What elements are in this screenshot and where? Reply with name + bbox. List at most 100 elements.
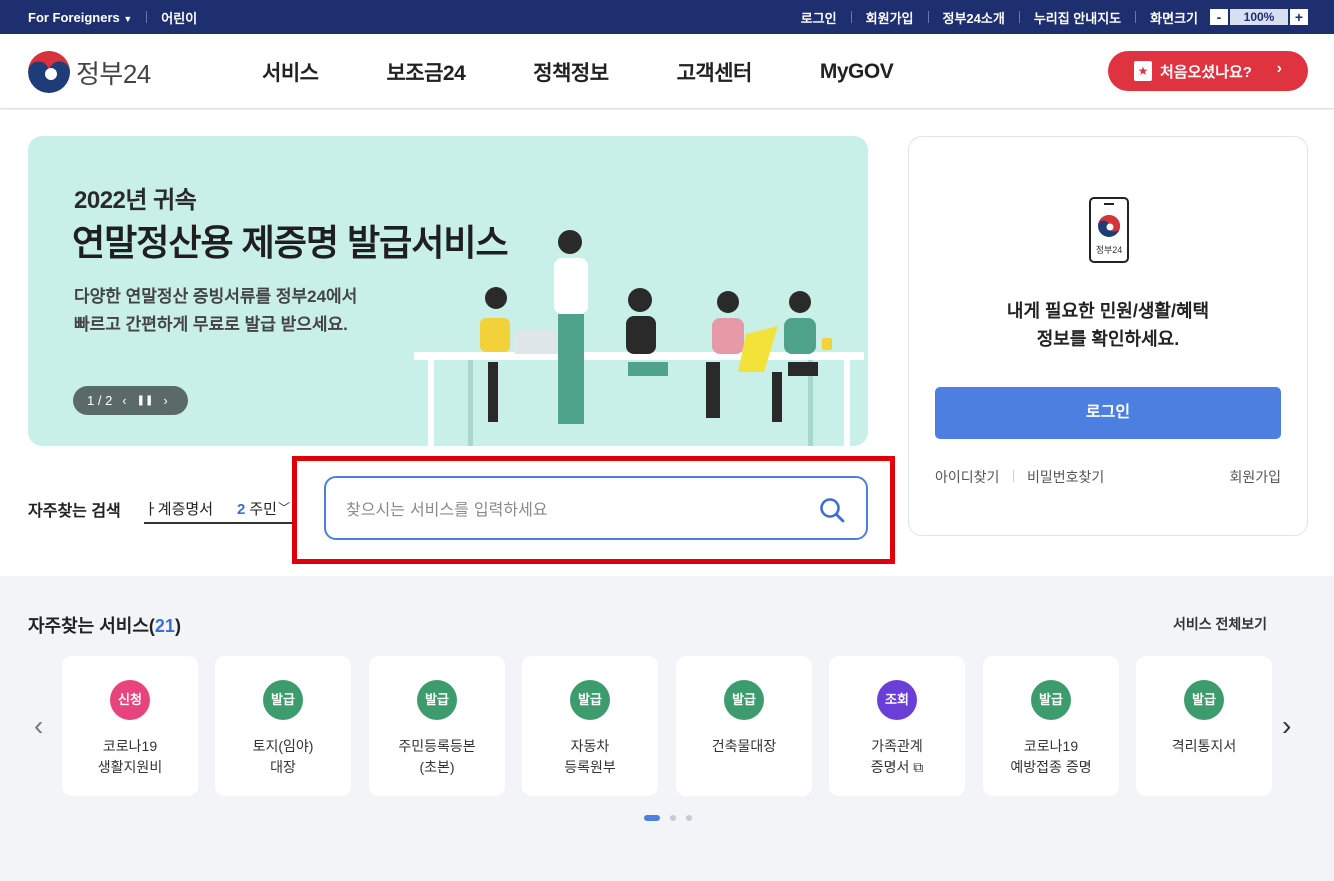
divider	[850, 11, 852, 23]
mobile-phone-icon: 정부24	[1089, 197, 1129, 263]
divider	[146, 11, 148, 23]
next-slide-icon[interactable]: ›	[163, 393, 167, 408]
frequent-services-title: 자주찾는 서비스(21)	[28, 612, 181, 638]
banner-desc-line1: 다양한 연말정산 증빙서류를 정부24에서	[74, 287, 358, 306]
taegeuk-small-icon	[1098, 215, 1120, 237]
for-foreigners-menu[interactable]: For Foreigners ▼	[28, 10, 132, 25]
divider	[1135, 11, 1137, 23]
service-name-line2: (초본)	[419, 759, 455, 775]
nav-services[interactable]: 서비스	[262, 57, 319, 87]
service-card[interactable]: 조회 가족관계 증명서 ⧉	[829, 656, 965, 796]
service-card[interactable]: 발급 건축물대장	[676, 656, 812, 796]
login-message-line1: 내게 필요한 민원/생활/혜택	[1006, 301, 1210, 321]
service-name-line2: 대장	[270, 759, 296, 775]
find-password-link[interactable]: 비밀번호찾기	[1027, 467, 1104, 487]
pagination-dot[interactable]	[686, 815, 692, 821]
service-card[interactable]: 발급 자동차 등록원부	[522, 656, 658, 796]
login-card: 정부24 내게 필요한 민원/생활/혜택 정보를 확인하세요. 로그인 아이디찾…	[908, 136, 1308, 536]
service-badge: 조회	[877, 680, 917, 720]
pagination-dot[interactable]	[670, 815, 676, 821]
logo-text: 정부24	[76, 58, 151, 89]
top-login-link[interactable]: 로그인	[801, 8, 837, 27]
first-visit-label: 처음오셨나요?	[1160, 63, 1252, 81]
chevron-right-icon: ›	[1276, 60, 1282, 77]
service-badge: 신청	[110, 680, 150, 720]
taegeuk-logo-icon	[28, 51, 70, 93]
pause-icon[interactable]: ❚❚	[137, 395, 154, 406]
service-badge: 발급	[1031, 680, 1071, 720]
login-message-line2: 정보를 확인하세요.	[1036, 329, 1180, 349]
zoom-value: 100%	[1230, 9, 1288, 25]
service-name-line1: 자동차	[570, 738, 610, 754]
service-card[interactable]: 신청 코로나19 생활지원비	[62, 656, 198, 796]
services-title-text: 자주찾는 서비스(	[28, 616, 155, 636]
service-name-line1: 격리통지서	[1171, 738, 1237, 754]
service-card[interactable]: 발급 주민등록등본 (초본)	[369, 656, 505, 796]
search-icon[interactable]	[818, 496, 846, 524]
caret-down-icon: ▼	[123, 13, 133, 24]
service-card[interactable]: 발급 코로나19 예방접종 증명	[983, 656, 1119, 796]
service-badge: 발급	[1184, 680, 1224, 720]
nav-customer-center[interactable]: 고객센터	[677, 57, 753, 87]
service-name-line2: 예방접종 증명	[1010, 759, 1092, 775]
service-name-line1: 코로나19	[1023, 738, 1079, 754]
sitemap-link[interactable]: 누리집 안내지도	[1034, 8, 1121, 27]
services-count: 21	[154, 616, 175, 636]
service-name-line1: 코로나19	[102, 738, 158, 754]
service-name-line1: 건축물대장	[711, 738, 777, 754]
frequent-search-roller[interactable]: ㅏ계증명서 2 주민 ﹀	[144, 490, 292, 524]
service-badge: 발급	[724, 680, 764, 720]
frequent-search-item[interactable]: 2 주민	[237, 498, 277, 519]
service-card[interactable]: 발급 토지(임야) 대장	[215, 656, 351, 796]
main-header: 정부24 서비스 보조금24 정책정보 고객센터 MyGOV ★ 처음오셨나요?…	[0, 34, 1334, 109]
zoom-out-button[interactable]: -	[1210, 9, 1228, 25]
phone-notch	[1104, 203, 1114, 205]
services-title-end: )	[174, 616, 181, 636]
banner-pager: 1 / 2 ‹ ❚❚ ›	[73, 386, 188, 415]
chevron-right-icon[interactable]: ›	[1282, 710, 1291, 742]
login-button[interactable]: 로그인	[935, 387, 1281, 439]
chevron-left-icon[interactable]: ‹	[34, 710, 43, 742]
divider	[1018, 11, 1020, 23]
carousel-pagination	[644, 815, 702, 821]
view-all-services-link[interactable]: 서비스 전체보기	[1173, 614, 1267, 634]
rank-text: 주민	[249, 501, 277, 518]
banner-desc-line2: 빠르고 간편하게 무료로 발급 받으세요.	[74, 315, 348, 334]
main-banner[interactable]: 2022년 귀속 연말정산용 제증명 발급서비스 다양한 연말정산 증빙서류를 …	[28, 136, 868, 446]
find-id-link[interactable]: 아이디찾기	[935, 467, 999, 487]
chevron-down-icon[interactable]: ﹀	[278, 499, 290, 516]
about-link[interactable]: 정부24소개	[943, 8, 1005, 27]
zoom-in-button[interactable]: +	[1290, 9, 1308, 25]
site-logo[interactable]: 정부24	[28, 51, 151, 93]
service-name-line1: 가족관계	[871, 738, 923, 754]
service-badge: 발급	[570, 680, 610, 720]
kids-link[interactable]: 어린이	[161, 8, 197, 27]
join-link[interactable]: 회원가입	[1229, 467, 1281, 487]
pagination-dot-active[interactable]	[644, 815, 660, 821]
service-name-line1: 주민등록등본	[398, 738, 476, 754]
nav-mygov[interactable]: MyGOV	[820, 60, 894, 84]
people-meeting-illustration	[414, 230, 864, 446]
service-name-line2: 등록원부	[564, 759, 616, 775]
banner-page-indicator: 1 / 2	[87, 393, 113, 408]
divider	[1013, 470, 1014, 482]
service-card[interactable]: 발급 격리통지서	[1136, 656, 1272, 796]
search-input[interactable]	[346, 496, 796, 522]
nav-policy[interactable]: 정책정보	[533, 57, 609, 87]
top-join-link[interactable]: 회원가입	[866, 8, 914, 27]
frequent-search-label: 자주찾는 검색	[28, 503, 121, 520]
star-bookmark-icon: ★	[1134, 61, 1152, 81]
service-name-line2: 증명서 ⧉	[870, 759, 924, 775]
first-visit-button[interactable]: ★ 처음오셨나요? ›	[1108, 51, 1308, 91]
frequent-search-item[interactable]: ㅏ계증명서	[144, 498, 213, 519]
main-nav: 서비스 보조금24 정책정보 고객센터 MyGOV	[262, 34, 961, 109]
rank-number: 2	[237, 501, 246, 518]
banner-year: 2022년 귀속	[74, 187, 197, 214]
service-name-line2: 생활지원비	[97, 759, 163, 775]
search-box	[324, 476, 868, 540]
prev-slide-icon[interactable]: ‹	[122, 393, 126, 408]
for-foreigners-label: For Foreigners	[28, 9, 120, 25]
service-badge: 발급	[263, 680, 303, 720]
nav-subsidy24[interactable]: 보조금24	[386, 57, 465, 87]
divider	[927, 11, 929, 23]
